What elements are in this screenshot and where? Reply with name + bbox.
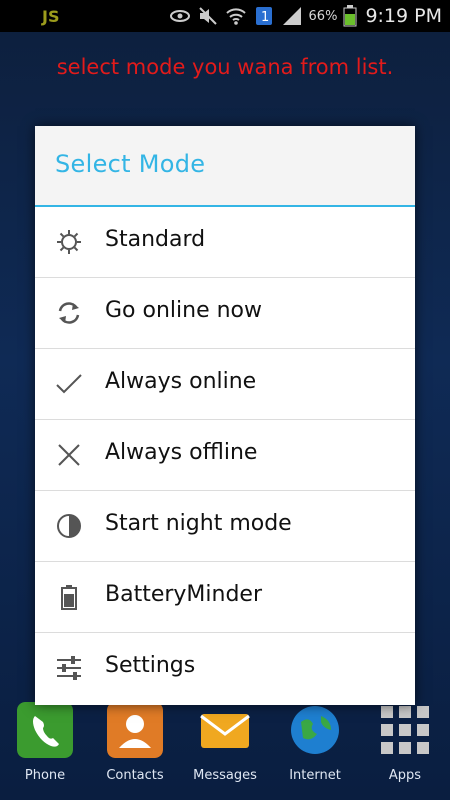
phone-icon [17,702,73,758]
dock-label-messages: Messages [193,768,257,783]
sliders-icon [57,656,81,680]
mode-item-go-online-now[interactable]: Go online now [35,278,415,349]
dock-label-phone: Phone [24,768,66,783]
notification-badge-icon: 1 [255,7,272,25]
instruction-banner: select mode you wana from list. [56,55,394,79]
battery-icon [343,5,357,27]
mute-icon [198,7,217,25]
globe-icon [291,706,339,754]
select-mode-dialog: Select Mode Standard Go online now Alway… [35,126,415,705]
half-moon-icon [57,514,81,538]
dock-label-internet: Internet [289,768,341,783]
svg-text:1: 1 [261,10,269,25]
status-bar: JS 1 66% 9:19 PM [0,0,450,32]
apps-grid-icon [381,706,429,754]
dock-label-apps: Apps [388,768,422,783]
battery-percent: 66% [308,8,338,24]
mode-label-batteryminder: BatteryMinder [105,582,263,607]
x-icon [58,444,80,466]
sync-icon [58,302,80,324]
wifi-icon [225,8,246,25]
mode-item-always-offline[interactable]: Always offline [35,420,415,491]
dialog-title: Select Mode [55,150,206,178]
contacts-icon [107,702,163,758]
mode-label-always-online: Always online [105,369,257,394]
mode-label-always-offline: Always offline [105,440,258,465]
dock-label-contacts: Contacts [106,768,164,783]
checkmark-icon [56,374,82,394]
mode-label-start-night-mode: Start night mode [105,511,292,536]
battery-icon [61,585,77,610]
dialog-header: Select Mode [35,126,415,207]
mode-item-standard[interactable]: Standard [35,207,415,278]
signal-icon [282,7,301,25]
svg-text:JS: JS [41,7,59,26]
mode-list: Standard Go online now Always online Alw… [35,207,415,703]
mode-label-settings: Settings [105,653,196,678]
status-icons: 1 66% 9:19 PM [169,0,442,32]
messages-icon [200,714,250,748]
eye-icon [169,10,190,22]
mode-label-go-online-now: Go online now [105,298,262,323]
dock: Phone Contacts Messages Internet Apps [0,690,450,800]
mode-item-settings[interactable]: Settings [35,633,415,703]
mode-label-standard: Standard [105,227,206,252]
app-notification-icon: JS [40,5,64,27]
mode-item-batteryminder[interactable]: BatteryMinder [35,562,415,633]
clock: 9:19 PM [365,5,442,27]
mode-item-always-online[interactable]: Always online [35,349,415,420]
mode-item-start-night-mode[interactable]: Start night mode [35,491,415,562]
gear-icon [57,230,81,254]
